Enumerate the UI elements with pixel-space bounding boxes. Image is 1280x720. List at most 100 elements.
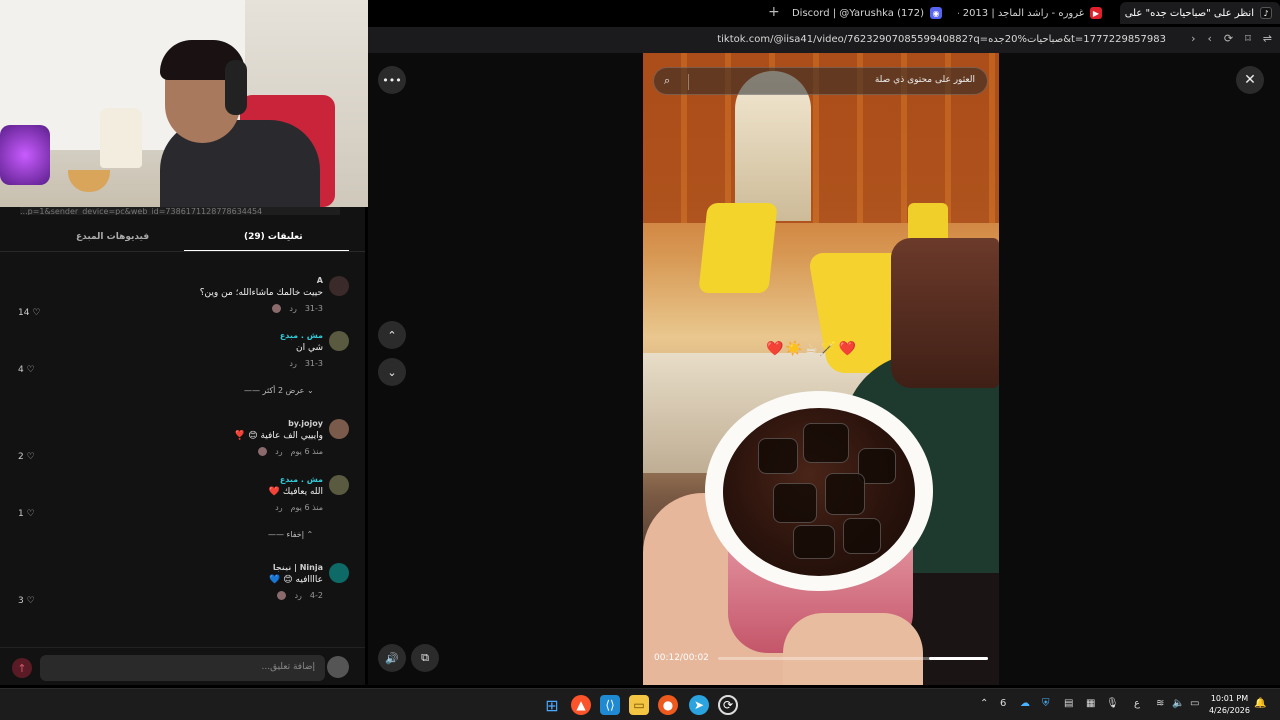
search-icon[interactable]: ⌕ [664,74,670,88]
avatar[interactable] [329,276,349,296]
reply-button[interactable]: رد [289,359,296,368]
comment-date: 31-3 [304,359,323,368]
address-bar[interactable]: tiktok.com/@iisa41/video/762329070855994… [368,27,1280,53]
url-text[interactable]: tiktok.com/@iisa41/video/762329070855994… [717,34,1166,45]
avatar[interactable] [327,656,349,678]
tray-shield-icon[interactable]: ⛨ [1042,698,1050,709]
tiktok-icon: ♪ [1260,7,1272,19]
comment-text: شي ان [295,343,323,353]
tray-overflow-icon[interactable]: ⌃ [980,698,988,709]
comment-item: A حييت خالمك ماشاءالله؛ من وين؟ 31-3 رد [29,276,349,316]
start-menu-icon[interactable]: ⊞ [542,695,562,715]
system-clock[interactable]: 10:01 PM 4/26/2026 [1209,693,1250,717]
search-placeholder: العثور على محتوى ذي صلة [874,75,975,85]
comment-date: 31-3 [304,304,323,313]
tray-grid-icon[interactable]: ▦ [1086,698,1095,709]
related-search-bar[interactable]: ⌕ العثور على محتوى ذي صلة [653,67,988,95]
reply-button[interactable]: رد [275,503,282,512]
avatar[interactable] [329,331,349,351]
microphone-icon[interactable]: 🎙 [1106,698,1119,709]
brave-browser-icon[interactable]: ▲ [571,695,591,715]
divider [688,74,689,90]
tab-youtube[interactable]: ▶ غروره - راشد الماجد | 2013 حصري [958,2,1110,24]
url-fragment: ...p=1&sender_device=pc&web_id=738617112… [20,207,340,215]
video-scene-chair [698,203,778,293]
comment-author[interactable]: مش . مبدع [280,331,323,340]
comment-text: الله يعافيك ❤️ [268,487,323,497]
video-scene-hand [783,613,923,685]
view-more-replies[interactable]: ⌄ عرض 2 أكثر —— [244,386,314,395]
reply-button[interactable]: رد [289,304,296,313]
wifi-icon[interactable]: ≋ [1156,698,1164,709]
volume-icon[interactable]: 🔊 [378,644,406,672]
reply-button[interactable]: رد [275,447,282,456]
send-icon[interactable]: ↑ [12,658,32,678]
volume-tray-icon[interactable]: 🔈 [1172,698,1184,709]
creator-liked-icon [277,591,287,600]
video-stage: ••• ✕ ⌃ ⌄ 🔊 ⧉ ❤️☀️☕� [368,53,1280,685]
like-count[interactable]: 14 ♡ [18,308,40,318]
file-explorer-icon[interactable]: ▭ [629,695,649,715]
comment-date: منذ 6 يوم [290,503,323,512]
comment-meta: منذ 6 يوم رد [275,503,323,512]
comment-text: حييت خالمك ماشاءالله؛ من وين؟ [199,288,323,298]
like-count[interactable]: 2 ♡ [18,452,35,462]
tune-icon[interactable]: ⇌ [1263,32,1272,45]
comment-item: Ninja | نينجا عاااافيه 😊 💙 4-2 رد [29,563,349,603]
tab-tiktok[interactable]: ♪ انظر على "صباحيات جده" على ✕ [1120,2,1280,24]
telegram-icon[interactable]: ➤ [689,695,709,715]
tray-monitor-icon[interactable]: ▤ [1064,698,1073,709]
avatar[interactable] [329,563,349,583]
video-scene-ice [803,423,849,463]
youtube-icon: ▶ [1090,7,1102,19]
like-count[interactable]: 3 ♡ [18,596,35,606]
like-count[interactable]: 1 ♡ [18,509,35,519]
close-icon[interactable]: ✕ [1236,66,1264,94]
video-scene-ice [793,525,835,559]
battery-icon[interactable]: ▭ [1190,698,1199,709]
tab-comments[interactable]: تعليقات (29) [244,232,303,242]
forward-icon[interactable]: › [1191,32,1195,45]
comment-author[interactable]: Ninja | نينجا [273,563,323,572]
hide-replies[interactable]: ⌃ إخفاء —— [268,530,313,539]
comment-meta: 31-3 رد [289,359,323,368]
like-count[interactable]: 4 ♡ [18,365,35,375]
back-icon[interactable]: ‹ [1208,32,1212,45]
reload-icon[interactable]: ⟳ [1224,32,1233,45]
comment-author[interactable]: مش . مبدع [280,475,323,484]
tab-discord[interactable]: ◉ (172) Discord | @Yarushka [790,2,950,24]
comment-author[interactable]: by.jojoy [288,419,323,428]
comment-date: منذ 6 يوم [290,447,323,456]
comment-meta: 31-3 رد [272,304,323,313]
previous-video-icon[interactable]: ⌃ [378,321,406,349]
comment-author[interactable]: A [317,276,323,285]
creator-liked-icon [272,304,282,313]
bookmark-icon[interactable]: ⌑ [1245,32,1251,45]
next-video-icon[interactable]: ⌄ [378,358,406,386]
language-indicator[interactable]: ع [1134,698,1140,709]
screen: ♪ انظر على "صباحيات جده" على ✕ ▶ غروره -… [0,0,1280,720]
tray-cloud-icon[interactable]: ☁ [1020,698,1030,709]
picture-in-picture-icon[interactable]: ⧉ [411,644,439,672]
vscode-icon[interactable]: ⟨⟩ [600,695,620,715]
app-icon[interactable]: ⟳ [718,695,738,715]
more-options-icon[interactable]: ••• [378,66,406,94]
tab-creator-videos[interactable]: فيديوهات المبدع [76,232,149,242]
creator-liked-icon [258,447,268,456]
comment-reply-item: مش . مبدع الله يعافيك ❤️ منذ 6 يوم رد [49,475,349,515]
comment-item: by.jojoy وايييي الف عافية 😊 ❣️ منذ 6 يوم… [29,419,349,459]
comment-input[interactable]: إضافة تعليق... [40,655,325,681]
tray-app-icon[interactable]: 6 [1000,698,1006,709]
new-tab-button[interactable]: + [768,4,780,20]
obs-icon[interactable]: ● [658,695,678,715]
discord-icon: ◉ [930,7,942,19]
video-progress-fill [928,657,988,660]
comments-panel: ...p=1&sender_device=pc&web_id=738617112… [0,207,365,685]
avatar[interactable] [329,419,349,439]
video-player[interactable]: ❤️☀️☕🪄❤️ ⌕ العثور على محتوى ذي صلة 00:12… [643,53,999,685]
reply-button[interactable]: رد [294,591,301,600]
notifications-icon[interactable]: 🔔 [1254,698,1266,709]
avatar[interactable] [329,475,349,495]
clock-time: 10:01 PM [1210,694,1249,703]
video-progress-bar[interactable] [718,657,988,660]
